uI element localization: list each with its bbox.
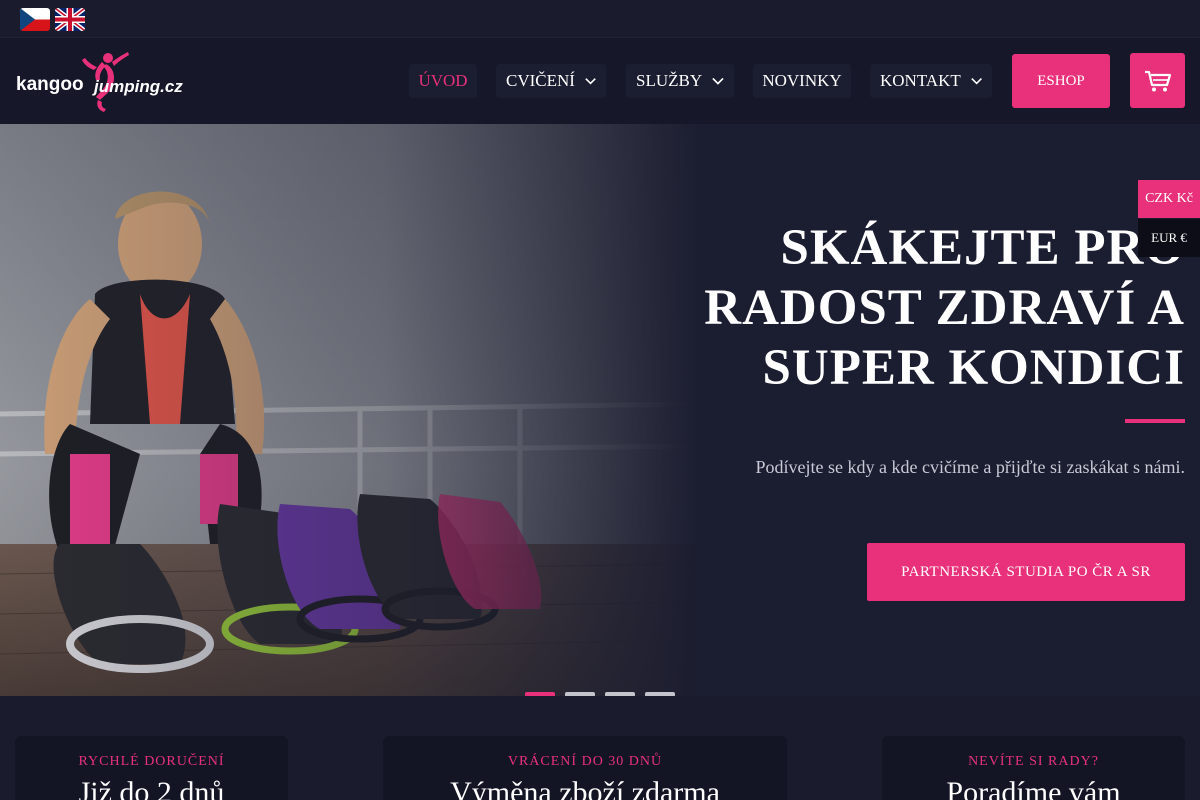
kangoo-jumping-logo[interactable]: kangoo jumping.cz bbox=[16, 50, 192, 114]
benefit-card: RYCHLÉ DORUČENÍ Již do 2 dnů bbox=[15, 736, 288, 800]
hero-photo bbox=[0, 124, 700, 696]
benefit-card: VRÁCENÍ DO 30 DNŮ Výměna zboží zdarma bbox=[383, 736, 787, 800]
nav-sluzby-label: SLUŽBY bbox=[636, 71, 703, 90]
nav-cviceni-label: CVIČENÍ bbox=[506, 71, 575, 90]
partner-studios-button[interactable]: PARTNERSKÁ STUDIA PO ČR A SR bbox=[867, 543, 1185, 601]
hero-subtitle: Podívejte se kdy a kde cvičíme a přijďte… bbox=[755, 457, 1185, 477]
logo-text-right: jumping.cz bbox=[92, 77, 183, 96]
top-bar bbox=[0, 0, 1200, 38]
card-title: Poradíme vám bbox=[946, 776, 1121, 800]
hero-title: SKÁKEJTE PRO RADOST ZDRAVÍ A SUPER KONDI… bbox=[625, 218, 1185, 398]
logo-text-left: kangoo bbox=[16, 74, 84, 95]
hero-slider: SKÁKEJTE PRO RADOST ZDRAVÍ A SUPER KONDI… bbox=[0, 124, 1200, 696]
card-title: Již do 2 dnů bbox=[78, 776, 225, 800]
hero-title-line: SUPER KONDICI bbox=[762, 340, 1185, 396]
slider-dots bbox=[525, 692, 675, 696]
nav-sluzby[interactable]: SLUŽBY bbox=[626, 64, 734, 98]
currency-eur[interactable]: EUR € bbox=[1138, 219, 1200, 257]
czech-flag-icon[interactable] bbox=[20, 8, 50, 31]
nav-uvod-label: ÚVOD bbox=[418, 71, 468, 90]
currency-czk[interactable]: CZK Kč bbox=[1138, 180, 1200, 218]
slider-dot[interactable] bbox=[565, 692, 595, 696]
nav-novinky[interactable]: NOVINKY bbox=[753, 64, 851, 98]
nav-uvod[interactable]: ÚVOD bbox=[409, 64, 477, 98]
hero-accent-line bbox=[1125, 419, 1185, 423]
cart-button[interactable] bbox=[1130, 53, 1185, 108]
chevron-down-icon bbox=[585, 78, 596, 85]
chevron-down-icon bbox=[971, 78, 982, 85]
card-title: Výměna zboží zdarma bbox=[450, 776, 720, 800]
nav-cviceni[interactable]: CVIČENÍ bbox=[496, 64, 606, 98]
slider-dot[interactable] bbox=[645, 692, 675, 696]
shopping-cart-icon bbox=[1144, 70, 1171, 91]
nav-novinky-label: NOVINKY bbox=[762, 71, 842, 90]
main-header: kangoo jumping.cz ÚVOD CVIČENÍ SLUŽBY NO… bbox=[0, 38, 1200, 124]
hero-title-line: RADOST ZDRAVÍ A bbox=[704, 280, 1185, 336]
chevron-down-icon bbox=[712, 77, 724, 85]
card-kicker: NEVÍTE SI RADY? bbox=[968, 754, 1099, 769]
uk-flag-icon[interactable] bbox=[55, 8, 85, 31]
benefit-card: NEVÍTE SI RADY? Poradíme vám bbox=[882, 736, 1185, 800]
nav-kontakt-label: KONTAKT bbox=[880, 71, 961, 90]
slider-dot[interactable] bbox=[605, 692, 635, 696]
hero-title-line: SKÁKEJTE PRO bbox=[780, 220, 1185, 276]
eshop-button[interactable]: ESHOP bbox=[1012, 54, 1110, 108]
nav-kontakt[interactable]: KONTAKT bbox=[870, 64, 992, 98]
card-kicker: RYCHLÉ DORUČENÍ bbox=[78, 754, 225, 769]
card-kicker: VRÁCENÍ DO 30 DNŮ bbox=[507, 754, 663, 769]
slider-dot[interactable] bbox=[525, 692, 555, 696]
